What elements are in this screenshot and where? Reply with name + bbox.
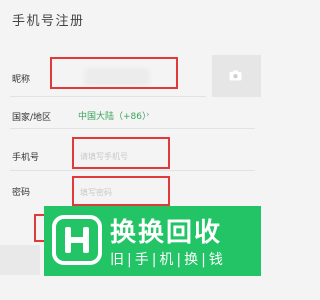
password-input[interactable]: 填写密码 <box>80 187 112 198</box>
password-label: 密码 <box>12 188 31 198</box>
brand-logo-icon <box>52 215 102 265</box>
register-button[interactable] <box>0 245 40 275</box>
phone-input[interactable]: 请填写手机号 <box>80 151 128 162</box>
nickname-highlight <box>50 57 178 89</box>
bottom-area <box>0 276 261 300</box>
watermark-subtitle: 旧|手|机|换|钱 <box>110 252 226 268</box>
nickname-label: 昵称 <box>12 75 31 85</box>
region-value[interactable]: 中国大陆（+86） <box>78 109 151 122</box>
watermark-title: 换换回收 <box>110 218 223 248</box>
watermark-banner: 换换回收 旧|手|机|换|钱 <box>44 206 261 276</box>
phone-label: 手机号 <box>12 153 40 163</box>
chevron-right-icon: › <box>146 110 150 120</box>
divider <box>10 128 255 129</box>
page-title: 手机号注册 <box>12 14 85 29</box>
divider <box>10 170 255 171</box>
divider <box>10 96 206 97</box>
camera-icon <box>229 70 242 81</box>
avatar-upload[interactable] <box>212 55 261 97</box>
region-label: 国家/地区 <box>12 113 52 123</box>
